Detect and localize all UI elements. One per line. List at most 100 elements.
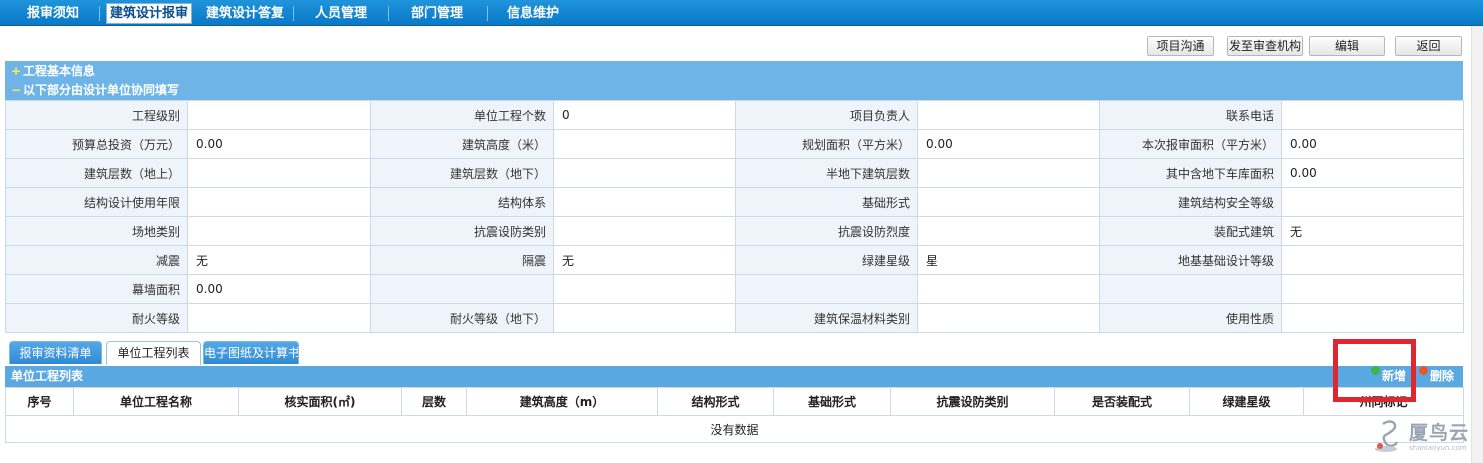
column-header[interactable]: 核实面积(㎡) [238,387,402,416]
info-label: 工程级别 [5,100,188,130]
unit-list-table: 序号 单位工程名称 核实面积(㎡) 层数 建筑高度（m） 结构形式 基础形式 抗震设防类别 是否… [5,387,1464,443]
column-header[interactable]: 单位工程名称 [73,387,239,416]
basic-info-title: 工程基本信息 [23,64,96,78]
add-label: 新增 [1382,369,1407,383]
tab-review-materials[interactable]: 报审资料清单 [9,341,102,364]
column-header[interactable]: 建筑高度（m） [466,387,658,416]
info-label: 场地类别 [5,216,188,246]
scrollbar[interactable] [1471,26,1483,463]
info-label: 结构设计使用年限 [5,187,188,217]
info-label: 抗震设防类别 [370,216,554,246]
column-header[interactable]: 结构形式 [657,387,774,416]
info-label: 单位工程个数 [370,100,554,130]
nav-item-personnel[interactable]: 人员管理 [312,4,370,23]
design-fill-title: 以下部分由设计单位协同填写 [23,83,180,97]
info-label: 项目负责人 [735,100,918,130]
add-button[interactable]: 新增 [1371,366,1406,387]
info-value [917,303,1100,333]
info-label: 地基基础设计等级 [1099,245,1282,275]
info-label: 耐火等级（地下） [370,303,554,333]
delete-button[interactable]: 删除 [1419,366,1454,387]
info-value: 0 [553,100,736,130]
info-row: 减震无隔震无绿建星级星地基基础设计等级 [5,245,1464,275]
info-value: 0.00 [1281,129,1464,159]
info-label [370,274,554,304]
info-value: 0.00 [187,274,371,304]
info-value [553,274,736,304]
back-button[interactable]: 返回 [1395,36,1462,56]
design-fill-header[interactable]: − 以下部分由设计单位协同填写 [5,80,1463,100]
nav-divider [487,6,488,21]
watermark: 厦鸟云 shaniaoyun.com [1373,414,1483,463]
info-value: 无 [553,245,736,275]
collapse-icon: − [11,83,22,97]
info-value: 无 [1281,216,1464,246]
info-value [187,216,371,246]
info-value [553,158,736,188]
info-label: 本次报审面积（平方米） [1099,129,1282,159]
info-label [1099,274,1282,304]
info-value [917,158,1100,188]
send-review-button[interactable]: 发至审查机构 [1227,36,1303,56]
info-label: 建筑层数（地下） [370,158,554,188]
info-label: 减震 [5,245,188,275]
info-label: 隔震 [370,245,554,275]
info-label: 耐火等级 [5,303,188,333]
watermark-url: shaniaoyun.com [1409,444,1467,452]
info-label: 建筑高度（米） [370,129,554,159]
info-label: 基础形式 [735,187,918,217]
unit-list-header: 单位工程列表 新增 删除 [5,366,1463,387]
info-label: 其中含地下车库面积 [1099,158,1282,188]
info-value: 无 [187,245,371,275]
info-value [917,100,1100,130]
nav-item-department[interactable]: 部门管理 [408,4,466,23]
column-header[interactable]: 层数 [401,387,467,416]
info-label [735,274,918,304]
info-row: 幕墙面积 0.00 [5,274,1464,304]
nav-item-design-review[interactable]: 建筑设计报审 [106,3,193,24]
column-header[interactable]: 基础形式 [773,387,891,416]
edit-button[interactable]: 编辑 [1309,36,1385,56]
nav-item-review-notice[interactable]: 报审须知 [24,4,82,23]
column-header[interactable]: 序号 [5,387,74,416]
tab-drawings[interactable]: 电子图纸及计算书 [203,341,299,364]
info-value [187,100,371,130]
info-value: 星 [917,245,1100,275]
nav-divider [293,6,294,21]
info-label: 抗震设防烈度 [735,216,918,246]
info-value [1281,303,1464,333]
column-header[interactable]: 抗震设防类别 [890,387,1055,416]
column-header[interactable]: 是否装配式 [1054,387,1190,416]
nav-item-design-reply[interactable]: 建筑设计答复 [203,4,287,23]
info-label: 半地下建筑层数 [735,158,918,188]
info-value [187,158,371,188]
info-label: 预算总投资（万元） [5,129,188,159]
info-value [1281,187,1464,217]
unit-list-title: 单位工程列表 [11,369,84,383]
empty-message: 没有数据 [5,415,1464,443]
info-label: 建筑结构安全等级 [1099,187,1282,217]
info-row: 预算总投资（万元） 0.00 建筑高度（米） 规划面积（平方米） 0.00 本次报审面积（… [5,129,1464,159]
info-value: 0.00 [917,129,1100,159]
info-value [553,187,736,217]
add-icon [1371,366,1380,375]
info-label: 使用性质 [1099,303,1282,333]
info-label: 幕墙面积 [5,274,188,304]
info-row: 结构设计使用年限 结构体系 基础形式 建筑结构安全等级 [5,187,1464,217]
nav-divider [388,6,389,21]
nav-item-info-maintain[interactable]: 信息维护 [504,4,562,23]
info-value [917,274,1100,304]
info-value [917,216,1100,246]
info-value: 0.00 [187,129,371,159]
info-value [1281,245,1464,275]
column-header[interactable]: 州同标记 [1303,387,1464,416]
column-header[interactable]: 绿建星级 [1189,387,1304,416]
bird-logo-icon [1375,420,1399,452]
basic-info-header[interactable]: + 工程基本信息 [5,61,1463,81]
tab-unit-list[interactable]: 单位工程列表 [106,341,201,365]
project-comm-button[interactable]: 项目沟通 [1147,36,1214,56]
info-value [1281,274,1464,304]
expand-icon: + [11,64,22,78]
top-nav: 报审须知 建筑设计报审 建筑设计答复 人员管理 部门管理 信息维护 [0,0,1483,26]
watermark-name: 厦鸟云 [1409,422,1470,444]
